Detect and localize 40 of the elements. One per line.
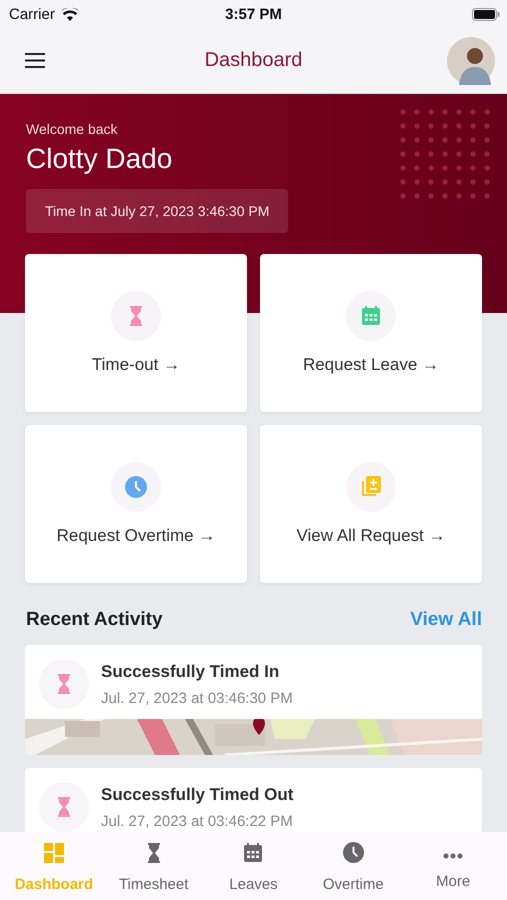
clock-icon — [125, 476, 147, 498]
activity-card[interactable]: Successfully Timed Out Jul. 27, 2023 at 03:46:22 PM — [25, 768, 482, 832]
tab-bar-item[interactable]: Leaves — [204, 832, 302, 900]
action-label: Time-out → — [92, 355, 180, 375]
action-label: View All Request → — [296, 526, 446, 546]
tab-bar-item[interactable]: Overtime — [304, 832, 402, 900]
menu-icon[interactable] — [25, 53, 45, 68]
user-name: Clotty Dado — [26, 143, 172, 175]
clock-icon — [342, 842, 364, 863]
document-plus-icon — [361, 476, 381, 498]
battery-icon — [472, 8, 500, 20]
calendar-icon — [361, 306, 381, 326]
action-label: Request Leave → — [302, 355, 440, 375]
screen-title: Dashboard — [204, 49, 302, 72]
clock-time: 3:57 PM — [225, 6, 282, 22]
profile-avatar[interactable] — [447, 36, 495, 84]
wifi-icon — [60, 8, 79, 20]
action-card[interactable]: View All Request → — [260, 425, 482, 583]
hourglass-icon — [57, 797, 71, 817]
activity-title: Successfully Timed In — [101, 662, 280, 682]
more-icon — [443, 852, 464, 858]
carrier-label: Carrier — [9, 6, 55, 22]
section-title: Recent Activity — [26, 609, 163, 631]
action-card[interactable]: Request Overtime → — [25, 425, 247, 583]
hourglass-icon — [129, 306, 143, 326]
grid-icon — [44, 842, 64, 862]
greeting-text: Welcome back — [26, 121, 118, 137]
activity-time: Jul. 27, 2023 at 03:46:30 PM — [101, 690, 293, 706]
action-card[interactable]: Request Leave → — [260, 254, 482, 412]
activity-card[interactable]: Successfully Timed In Jul. 27, 2023 at 03:46:30 PM — [25, 645, 482, 755]
action-card[interactable]: Time-out → — [25, 254, 247, 412]
activity-time: Jul. 27, 2023 at 03:46:22 PM — [101, 812, 293, 830]
hourglass-icon — [146, 842, 161, 862]
action-label: Request Overtime → — [56, 526, 216, 546]
hourglass-icon — [57, 674, 71, 694]
calendar-icon — [243, 842, 264, 862]
tab-bar-item[interactable]: More — [404, 832, 502, 900]
tab-bar-item[interactable]: Timesheet — [104, 832, 203, 900]
time-in-chip: Time In at July 27, 2023 3:46:30 PM — [26, 189, 288, 233]
activity-title: Successfully Timed Out — [101, 784, 294, 804]
